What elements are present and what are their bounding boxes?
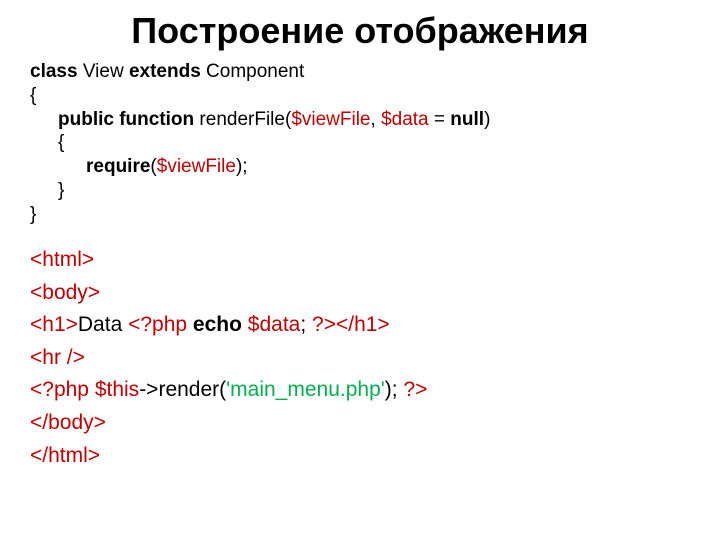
keyword-null: null	[450, 109, 484, 130]
php-open-tag: <?php	[30, 378, 95, 401]
template-line: <?php $this->render('main_menu.php'); ?>	[30, 374, 690, 407]
h1-close-tag: </h1>	[336, 313, 390, 336]
line-end: );	[236, 156, 248, 177]
comma: ,	[371, 109, 382, 130]
template-line: <body>	[30, 277, 690, 310]
code-line: }	[30, 179, 690, 203]
body-close-tag: </body>	[30, 411, 106, 434]
param-viewfile: $viewFile	[291, 109, 370, 130]
slide-title: Построение отображения	[30, 10, 690, 52]
var-this: $this	[95, 378, 139, 401]
html-open-tag: <html>	[30, 248, 94, 271]
keyword-class: class	[30, 61, 78, 82]
code-line: {	[30, 84, 690, 108]
code-line: {	[30, 131, 690, 155]
render-call: ->render(	[139, 378, 226, 401]
param-data: $data	[381, 109, 429, 130]
body-open-tag: <body>	[30, 281, 100, 304]
call-end: );	[385, 378, 404, 401]
template-line: <h1>Data <?php echo $data; ?></h1>	[30, 309, 690, 342]
template-line: </html>	[30, 440, 690, 473]
keyword-require: require	[86, 156, 150, 177]
keyword-echo: echo	[193, 313, 242, 336]
equals: =	[429, 109, 451, 130]
template-line: <hr />	[30, 342, 690, 375]
code-line: }	[30, 203, 690, 227]
code-line: public function renderFile($viewFile, $d…	[30, 108, 690, 132]
code-line: require($viewFile);	[30, 155, 690, 179]
text-data: Data	[78, 313, 128, 336]
html-close-tag: </html>	[30, 444, 100, 467]
var-data: $data	[248, 313, 301, 336]
paren-close: )	[484, 109, 490, 130]
semicolon: ;	[300, 313, 312, 336]
php-close-tag: ?>	[312, 313, 336, 336]
class-name: View	[78, 61, 129, 82]
parent-class: Component	[201, 61, 305, 82]
hr-tag: <hr />	[30, 346, 85, 369]
php-class-code: class View extends Component { public fu…	[30, 60, 690, 226]
method-name: renderFile(	[194, 109, 291, 130]
php-close-tag: ?>	[403, 378, 427, 401]
php-open-tag: <?php	[128, 313, 193, 336]
template-line: <html>	[30, 244, 690, 277]
code-line: class View extends Component	[30, 60, 690, 84]
keyword-extends: extends	[129, 61, 201, 82]
string-filename: 'main_menu.php'	[226, 378, 385, 401]
html-template-code: <html> <body> <h1>Data <?php echo $data;…	[30, 244, 690, 472]
slide-content: Построение отображения class View extend…	[0, 0, 720, 482]
var-viewfile: $viewFile	[157, 156, 236, 177]
h1-open-tag: <h1>	[30, 313, 78, 336]
template-line: </body>	[30, 407, 690, 440]
keyword-public-function: public function	[58, 109, 194, 130]
